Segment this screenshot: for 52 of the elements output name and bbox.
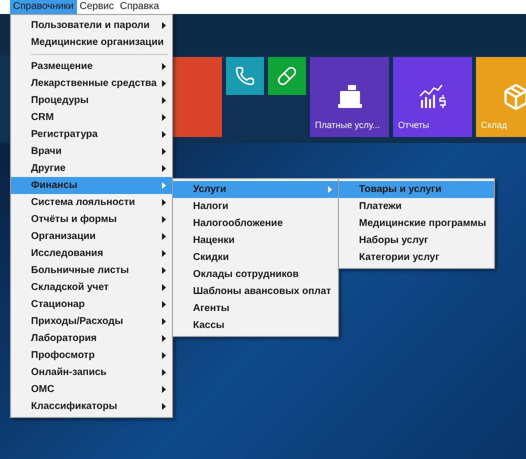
menu-item[interactable]: Категории услуг: [339, 249, 494, 266]
menu-item[interactable]: Исследования: [11, 245, 172, 262]
phone-icon: [235, 66, 255, 86]
menu-item[interactable]: Складской учет: [11, 279, 172, 296]
tile-label: Отчеты: [398, 118, 430, 132]
pill-icon: [277, 66, 297, 86]
menu-item[interactable]: Налоги: [173, 198, 338, 215]
menu-bar-item[interactable]: Сервис: [76, 0, 117, 14]
menu-item[interactable]: Товары и услуги: [339, 181, 494, 198]
app-tile[interactable]: Отчеты: [393, 57, 472, 137]
menu-item[interactable]: Кассы: [173, 317, 338, 334]
menu-item[interactable]: CRM: [11, 109, 172, 126]
menu-item[interactable]: Врачи: [11, 143, 172, 160]
menu-item[interactable]: Размещение: [11, 58, 172, 75]
menu-item[interactable]: Стационар: [11, 296, 172, 313]
app-tile[interactable]: [268, 57, 306, 95]
menu-item[interactable]: Агенты: [173, 300, 338, 317]
app-tile[interactable]: Платные услу...: [310, 57, 389, 137]
menu-item[interactable]: Платежи: [339, 198, 494, 215]
menu-bar-item[interactable]: Справка: [116, 0, 162, 14]
menu-item[interactable]: Система лояльности: [11, 194, 172, 211]
menu-item[interactable]: Процедуры: [11, 92, 172, 109]
menu-item[interactable]: Оклады сотрудников: [173, 266, 338, 283]
menu-item[interactable]: Регистратура: [11, 126, 172, 143]
menu-item[interactable]: Отчёты и формы: [11, 211, 172, 228]
cash-register-icon: [336, 85, 362, 109]
menu-item[interactable]: Лаборатория: [11, 330, 172, 347]
menu-item[interactable]: Услуги: [173, 181, 338, 198]
menu-item[interactable]: Медицинские программы: [339, 215, 494, 232]
chart-dollar-icon: [418, 84, 446, 110]
tile-label: Склад: [481, 118, 508, 132]
menu-item[interactable]: Наценки: [173, 232, 338, 249]
menu-item[interactable]: Пользователи и пароли: [11, 17, 172, 34]
menu-item[interactable]: Больничные листы: [11, 262, 172, 279]
menu-item[interactable]: Скидки: [173, 249, 338, 266]
app-tile[interactable]: [226, 57, 264, 95]
menu-item[interactable]: Другие: [11, 160, 172, 177]
menu-item[interactable]: Шаблоны авансовых оплат: [173, 283, 338, 300]
menu-item[interactable]: Онлайн-запись: [11, 364, 172, 381]
menu-item[interactable]: Налогообложение: [173, 215, 338, 232]
menu-item[interactable]: Финансы: [11, 177, 172, 194]
menu-item[interactable]: Наборы услуг: [339, 232, 494, 249]
tile-label: Платные услу...: [315, 118, 380, 132]
box-icon: [502, 83, 526, 111]
menu-item[interactable]: Организации: [11, 228, 172, 245]
menu-bar-item[interactable]: Справочники: [10, 0, 77, 14]
menu-item[interactable]: ОМС: [11, 381, 172, 398]
menu-item[interactable]: Классификаторы: [11, 398, 172, 415]
menu-item[interactable]: Приходы/Расходы: [11, 313, 172, 330]
menu-item[interactable]: Медицинские организации: [11, 34, 172, 51]
menu-item[interactable]: Профосмотр: [11, 347, 172, 364]
menu-item[interactable]: Лекарственные средства: [11, 75, 172, 92]
